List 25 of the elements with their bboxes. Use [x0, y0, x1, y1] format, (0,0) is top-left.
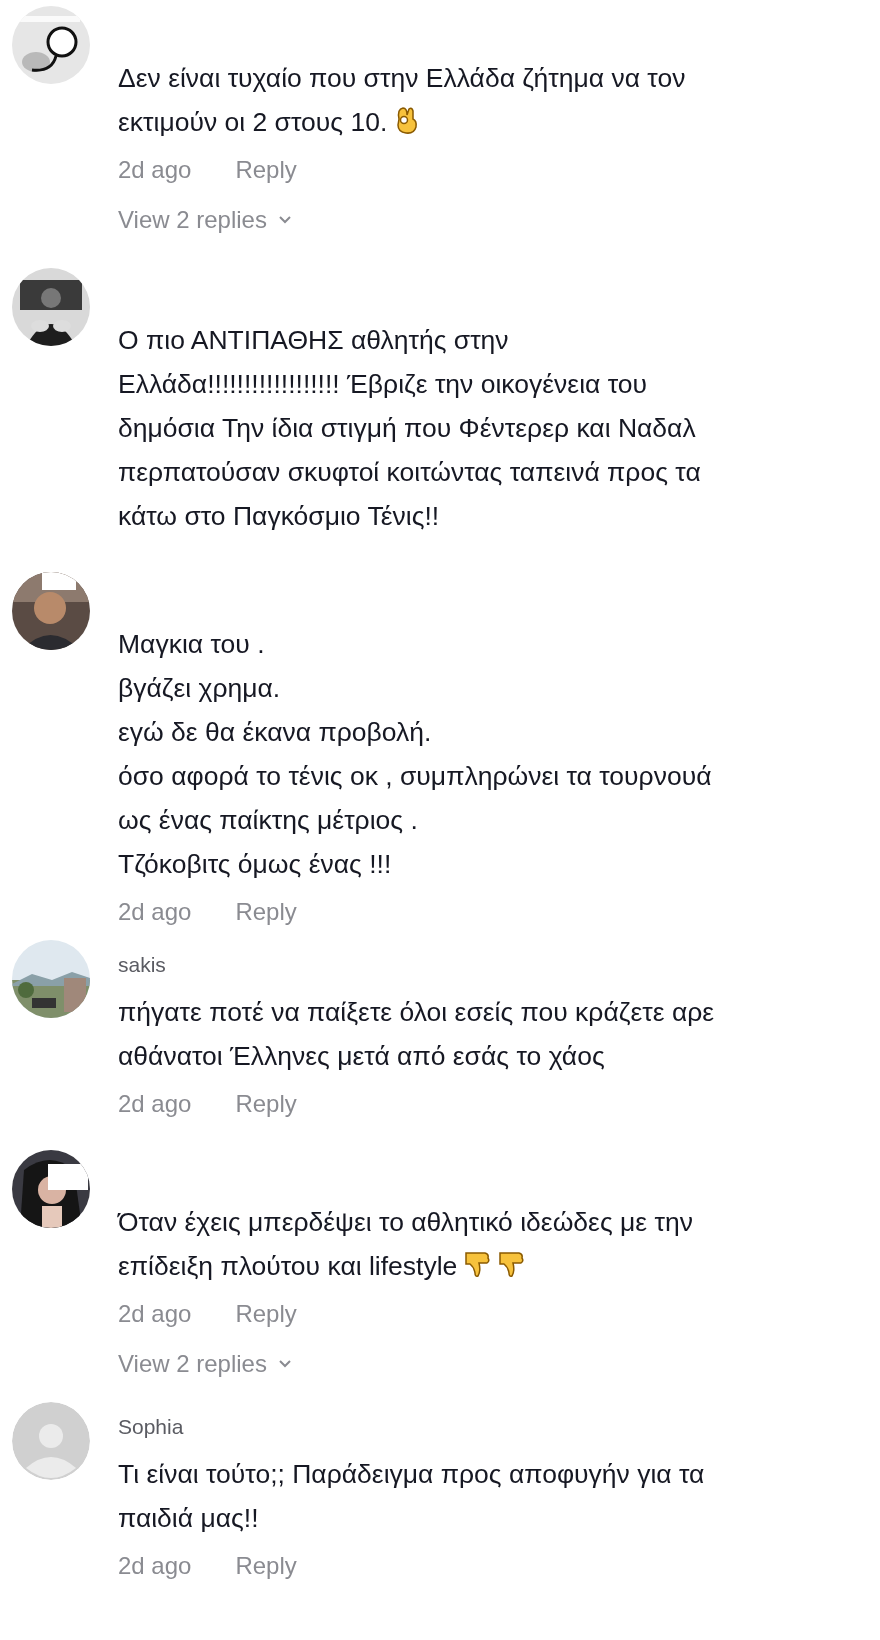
- reply-link[interactable]: Reply: [235, 898, 297, 925]
- chevron-down-icon: [276, 214, 293, 226]
- timestamp: 2d ago: [118, 1090, 192, 1117]
- comment-text: Μαγκια του . βγάζει χρημα. εγώ δε θα έκανα προβολή. όσο αφορά το τένις οκ , συμπληρώνει τα τουρνουά ως ένας παίκτης μέτριος . Τζόκοβιτς όμως ένας !!!: [118, 628, 713, 881]
- reply-link[interactable]: Reply: [235, 156, 297, 183]
- timestamp: 2d ago: [118, 898, 192, 925]
- timestamp: 2d ago: [118, 1300, 192, 1327]
- view-replies-link[interactable]: View 2 replies: [118, 1346, 293, 1382]
- reply-link[interactable]: Reply: [235, 1090, 297, 1117]
- comment-text: πήγατε ποτέ να παίξετε όλοι εσείς που κράζετε αρε αθάνατοι Έλληνες μετά από εσάς το χάος: [118, 996, 716, 1073]
- username: sakis: [118, 953, 166, 976]
- reply-link[interactable]: Reply: [235, 1300, 297, 1327]
- avatar-icon: [12, 1402, 90, 1480]
- thumbs-down-icon: [497, 1249, 526, 1279]
- timestamp: 2d ago: [118, 156, 192, 183]
- reply-link[interactable]: Reply: [235, 1552, 297, 1579]
- comment-text: Όταν έχεις μπερδέψει το αθλητικό ιδεώδες με την επίδειξη πλούτου και lifestyle: [118, 1206, 694, 1283]
- timestamp: 2d ago: [118, 1552, 192, 1579]
- comment-text: Τι είναι τούτο;; Παράδειγμα προς αποφυγήν για τα παιδιά μας!!: [118, 1458, 706, 1535]
- view-replies-link[interactable]: View 2 replies: [118, 202, 293, 238]
- comment-text: Ο πιο ΑΝΤΙΠΑΘΗΣ αθλητής στην Ελλάδα!!!!!!!!!!!!!!!!!! Έβριζε την οικογένεια του δημόσια Την ίδια στιγμή που Φέντερερ και Ναδαλ περπατούσαν σκυφτοί κοιτώντας ταπεινά προς τα κάτω στο Παγκόσμιο Τένις!!: [118, 324, 702, 533]
- thumbs-down-icon: [463, 1249, 492, 1279]
- chevron-down-icon: [276, 1358, 293, 1370]
- username: Sophia: [118, 1415, 184, 1438]
- comment-text: Δεν είναι τυχαίο που στην Ελλάδα ζήτημα να τον εκτιμούν οι 2 στους 10.: [118, 62, 687, 139]
